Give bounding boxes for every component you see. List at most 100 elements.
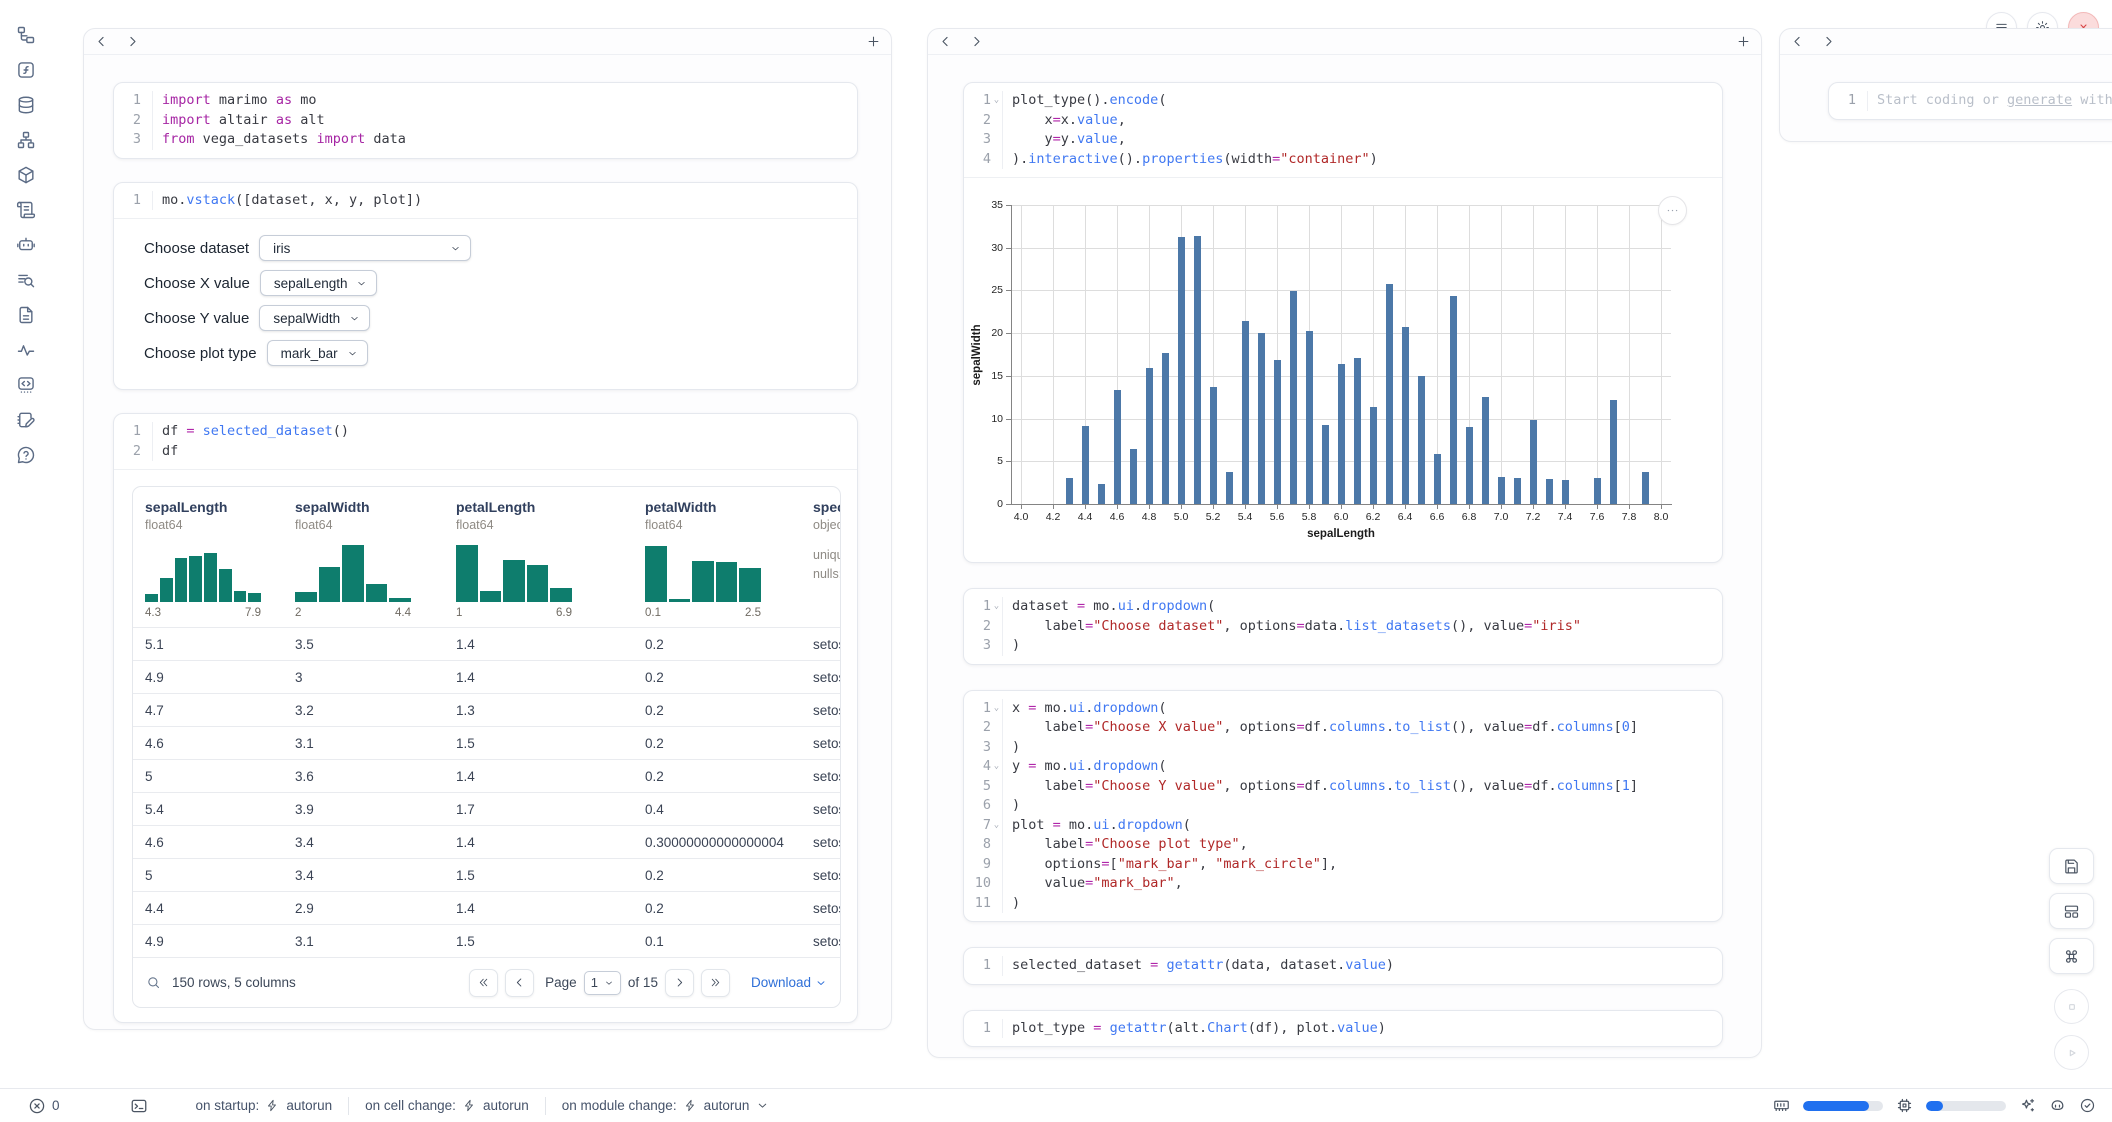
choose-y-value-select[interactable]: sepalWidth: [259, 305, 370, 331]
download-button[interactable]: Download: [751, 975, 827, 990]
chevron-right-icon[interactable]: [969, 34, 984, 49]
code-editor[interactable]: 123import marimo as moimport altair as a…: [114, 83, 857, 158]
line-number: 3: [964, 636, 1002, 656]
chart-bar: [1306, 331, 1313, 504]
copilot-icon[interactable]: [2049, 1097, 2066, 1114]
chart-bar: [1418, 376, 1425, 504]
code-editor[interactable]: 1⌄23dataset = mo.ui.dropdown( label="Cho…: [964, 589, 1722, 664]
runtime-setting-1[interactable]: on cell change:autorun: [365, 1098, 529, 1113]
table-cell: 0.2: [633, 670, 801, 685]
line-number: 10: [964, 874, 1002, 894]
y-gridline: [1011, 205, 1671, 206]
help-circle-icon[interactable]: [16, 445, 36, 465]
column-histogram: [456, 542, 572, 602]
axis-min: 2: [295, 607, 301, 619]
code-lines[interactable]: plot_type = getattr(alt.Chart(df), plot.…: [1002, 1019, 1722, 1039]
code-editor[interactable]: 1selected_dataset = getattr(data, datase…: [964, 948, 1722, 984]
chart-bar: [1642, 472, 1649, 504]
code-lines[interactable]: mo.vstack([dataset, x, y, plot]): [152, 191, 857, 211]
page-select[interactable]: 1: [584, 971, 621, 995]
histogram-bar: [319, 567, 341, 602]
setting-label: on startup:: [196, 1098, 260, 1113]
scroll-text-icon[interactable]: [16, 200, 36, 220]
last-page-button[interactable]: [701, 969, 730, 997]
runtime-setting-0[interactable]: on startup: autorun: [196, 1098, 333, 1113]
code-square-icon[interactable]: [16, 375, 36, 395]
code-lines[interactable]: import marimo as moimport altair as altf…: [152, 91, 857, 150]
choose-x-value-select[interactable]: sepalLength: [260, 270, 378, 296]
notebook-pen-icon[interactable]: [16, 410, 36, 430]
package-icon[interactable]: [16, 165, 36, 185]
file-text-icon[interactable]: [16, 305, 36, 325]
collapse-chevron-icon: ⌄: [991, 816, 1002, 836]
chart-bar: [1258, 333, 1265, 504]
cell-plot-type: 1plot_type = getattr(alt.Chart(df), plot…: [963, 1010, 1723, 1048]
chevron-right-icon[interactable]: [1821, 34, 1836, 49]
collapse-chevron-icon: ⌄: [991, 699, 1002, 719]
code-lines[interactable]: dataset = mo.ui.dropdown( label="Choose …: [1002, 597, 1722, 656]
error-indicator[interactable]: 0: [28, 1097, 60, 1115]
chevron-left-icon[interactable]: [938, 34, 953, 49]
play-circle-button[interactable]: [2054, 1035, 2089, 1070]
search-icon[interactable]: [146, 975, 161, 990]
choose-dataset-select[interactable]: iris: [259, 235, 471, 261]
sparkles-icon[interactable]: [2019, 1097, 2036, 1114]
y-tick-label: 30: [967, 242, 1003, 254]
histogram-bar: [527, 565, 549, 602]
table-cell: setosa: [801, 934, 841, 949]
list-search-icon[interactable]: [16, 270, 36, 290]
code-lines[interactable]: x = mo.ui.dropdown( label="Choose X valu…: [1002, 699, 1722, 914]
code-editor[interactable]: 1Start coding or generate with: [1829, 83, 2112, 119]
runtime-setting-2[interactable]: on module change:autorun: [562, 1098, 772, 1113]
code-editor[interactable]: 1plot_type = getattr(alt.Chart(df), plot…: [964, 1011, 1722, 1047]
function-square-icon[interactable]: [16, 60, 36, 80]
chart-bar: [1226, 472, 1233, 504]
chevron-right-icon[interactable]: [125, 34, 140, 49]
choose-plot-type-select[interactable]: mark_bar: [267, 340, 368, 366]
cell-dataset-dropdown: 1⌄23dataset = mo.ui.dropdown( label="Cho…: [963, 588, 1723, 665]
axis-max: 6.9: [556, 607, 572, 619]
chart-bar: [1402, 327, 1409, 504]
database-icon[interactable]: [16, 95, 36, 115]
code-editor[interactable]: 1⌄234⌄567⌄891011x = mo.ui.dropdown( labe…: [964, 691, 1722, 922]
histogram-axis: 16.9: [456, 607, 572, 619]
code-editor[interactable]: 1mo.vstack([dataset, x, y, plot]): [114, 183, 857, 219]
dropdown-row: Choose X valuesepalLength: [144, 270, 857, 296]
x-tick-label: 6.4: [1390, 511, 1420, 523]
download-label: Download: [751, 975, 811, 990]
code-lines[interactable]: df = selected_dataset()df: [152, 422, 857, 461]
chevron-left-icon[interactable]: [94, 34, 109, 49]
save-button[interactable]: [2049, 848, 2094, 884]
code-editor[interactable]: 12df = selected_dataset()df: [114, 414, 857, 469]
terminal-icon[interactable]: [130, 1097, 148, 1115]
setting-value: autorun: [286, 1098, 332, 1113]
table-cell: 0.4: [633, 802, 801, 817]
code-lines[interactable]: selected_dataset = getattr(data, dataset…: [1002, 956, 1722, 976]
setting-value: autorun: [704, 1098, 750, 1113]
first-page-button[interactable]: [469, 969, 498, 997]
activity-icon[interactable]: [16, 340, 36, 360]
layout-grid-button[interactable]: [2049, 893, 2094, 929]
code-editor[interactable]: 1⌄234plot_type().encode( x=x.value, y=y.…: [964, 83, 1722, 177]
code-lines[interactable]: Start coding or generate with: [1867, 91, 2112, 111]
cell-dataframe: 12df = selected_dataset()dfsepalLengthfl…: [113, 413, 858, 1023]
clock-check-icon[interactable]: [2079, 1097, 2096, 1114]
sitemap-icon[interactable]: [16, 130, 36, 150]
code-line: value="mark_bar",: [1012, 874, 1722, 894]
bot-icon[interactable]: [16, 235, 36, 255]
x-tick-label: 6.6: [1422, 511, 1452, 523]
column-name: sepalWidth: [295, 499, 444, 515]
command-button[interactable]: [2049, 938, 2094, 974]
previous-page-button[interactable]: [505, 969, 534, 997]
file-tree-icon[interactable]: [16, 25, 36, 45]
plus-icon[interactable]: [1736, 34, 1751, 49]
chart-menu-button[interactable]: [1658, 196, 1687, 225]
plus-icon[interactable]: [866, 34, 881, 49]
stop-circle-button[interactable]: [2054, 989, 2089, 1024]
x-tick-label: 7.8: [1614, 511, 1644, 523]
dropdown-row: Choose Y valuesepalWidth: [144, 305, 857, 331]
next-page-button[interactable]: [665, 969, 694, 997]
code-lines[interactable]: plot_type().encode( x=x.value, y=y.value…: [1002, 91, 1722, 169]
generate-link[interactable]: generate: [2007, 92, 2072, 108]
chevron-left-icon[interactable]: [1790, 34, 1805, 49]
